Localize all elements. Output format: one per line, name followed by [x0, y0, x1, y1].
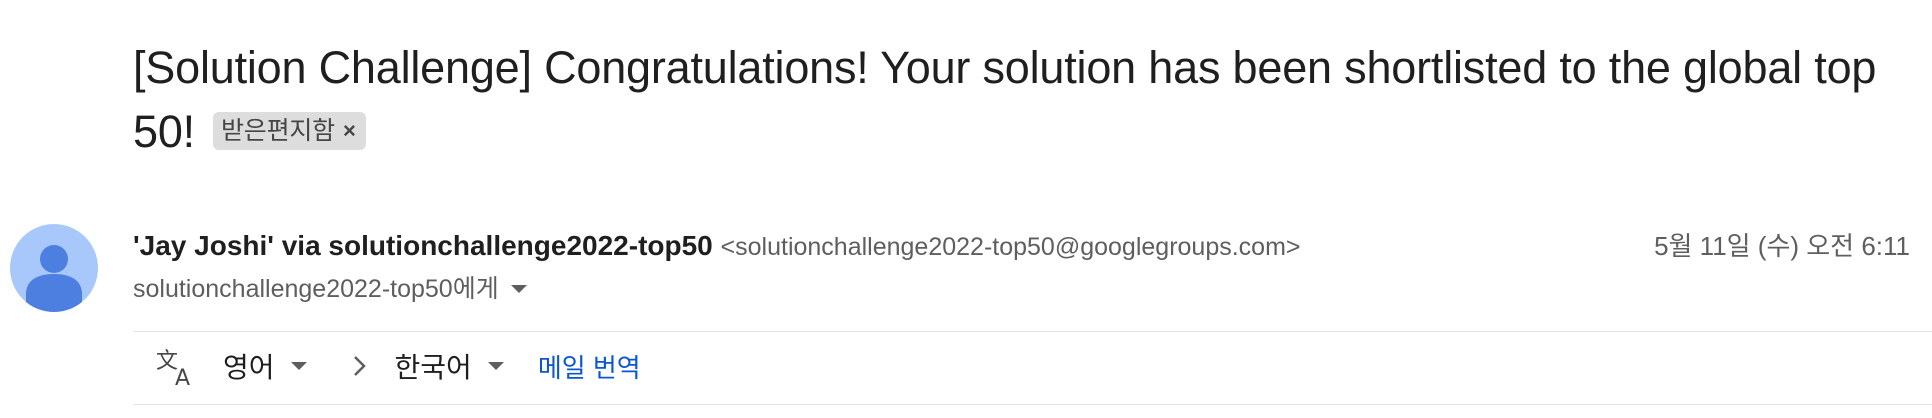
email-date: 5월 11일 (수) 오전 6:11 — [1654, 231, 1910, 261]
svg-text:A: A — [175, 366, 190, 387]
divider-top — [133, 331, 1932, 332]
email-subject: [Solution Challenge] Congratulations! Yo… — [133, 36, 1893, 164]
person-icon — [26, 245, 82, 312]
target-language-select[interactable]: 한국어 — [395, 346, 504, 386]
sender-email: <solutionchallenge2022-top50@googlegroup… — [720, 233, 1301, 261]
subject-text: [Solution Challenge] Congratulations! Yo… — [133, 42, 1877, 157]
translate-bar: 文 A 영어 한국어 메일 번역 — [155, 344, 641, 388]
show-details-chevron-down-icon[interactable] — [510, 285, 527, 293]
label-chip-text: 받은편지함 — [220, 117, 335, 145]
inbox-label-chip[interactable]: 받은편지함 × — [212, 112, 366, 150]
recipient-line: solutionchallenge2022-top50에게 — [133, 272, 527, 306]
sender-name[interactable]: 'Jay Joshi' via solutionchallenge2022-to… — [133, 230, 713, 261]
recipient-text: solutionchallenge2022-top50에게 — [133, 275, 499, 303]
sender-line: 'Jay Joshi' via solutionchallenge2022-to… — [133, 228, 1301, 265]
source-language-label: 영어 — [223, 352, 275, 383]
chevron-right-icon — [353, 355, 367, 377]
avatar[interactable] — [10, 224, 98, 312]
translate-icon: 文 A — [155, 345, 197, 387]
remove-label-icon[interactable]: × — [343, 114, 356, 148]
target-language-chevron-down-icon — [487, 362, 504, 370]
target-language-label: 한국어 — [394, 352, 472, 383]
source-language-chevron-down-icon — [290, 362, 307, 370]
translate-message-button[interactable]: 메일 번역 — [538, 348, 641, 385]
divider-bottom — [133, 404, 1932, 405]
source-language-select[interactable]: 영어 — [223, 346, 307, 386]
email-view: [Solution Challenge] Congratulations! Yo… — [0, 0, 1932, 418]
